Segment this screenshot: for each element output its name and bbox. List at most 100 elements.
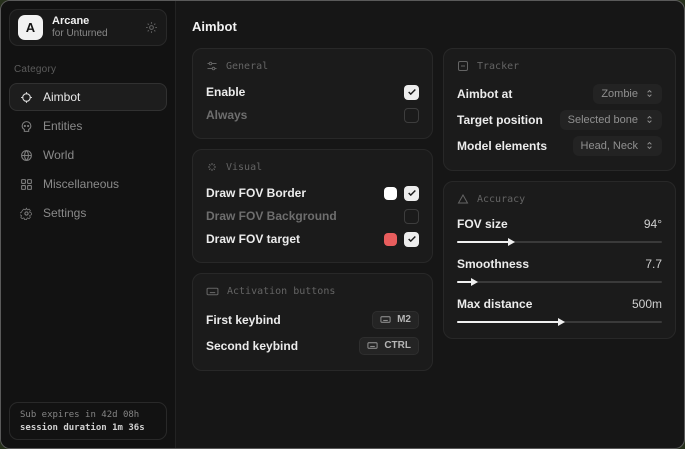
setting-row-first-keybind: First keybind M2 bbox=[206, 307, 419, 332]
section-title: Tracker bbox=[477, 61, 519, 72]
keyboard-icon bbox=[206, 285, 219, 298]
aimbot-at-dropdown[interactable]: Zombie bbox=[593, 84, 662, 104]
fov-border-checkbox[interactable] bbox=[404, 186, 419, 201]
first-keybind-button[interactable]: M2 bbox=[372, 311, 419, 329]
sliders-icon bbox=[206, 60, 218, 72]
keybind-value: CTRL bbox=[384, 340, 411, 351]
setting-row-fov-border: Draw FOV Border bbox=[206, 182, 419, 204]
main-panel: Aimbot General Enable bbox=[176, 1, 684, 448]
dropdown-value: Head, Neck bbox=[581, 140, 638, 152]
setting-label: Target position bbox=[457, 113, 543, 127]
model-elements-dropdown[interactable]: Head, Neck bbox=[573, 136, 662, 156]
sidebar-nav: Aimbot Entities World bbox=[9, 83, 167, 227]
triangle-icon bbox=[457, 193, 469, 205]
setting-row-model-elements: Model elements Head, Neck bbox=[457, 133, 662, 158]
skull-icon bbox=[20, 120, 33, 133]
section-title: Activation buttons bbox=[227, 286, 335, 297]
tracker-card: Tracker Aimbot at Zombie bbox=[443, 48, 676, 171]
logo-text: Arcane for Unturned bbox=[52, 15, 136, 39]
slider-value: 94° bbox=[644, 217, 662, 231]
sidebar-item-label: Miscellaneous bbox=[43, 177, 119, 191]
sidebar-item-label: Settings bbox=[43, 206, 86, 220]
sidebar-item-settings[interactable]: Settings bbox=[9, 199, 167, 227]
page-title: Aimbot bbox=[192, 19, 668, 34]
setting-label: Aimbot at bbox=[457, 87, 512, 101]
chevrons-up-down-icon bbox=[645, 115, 654, 124]
enable-checkbox[interactable] bbox=[404, 85, 419, 100]
slider-fov-size: FOV size 94° bbox=[457, 214, 662, 243]
accuracy-card: Accuracy FOV size 94° bbox=[443, 181, 676, 339]
settings-gear-icon bbox=[20, 207, 33, 220]
setting-label: Draw FOV Background bbox=[206, 209, 337, 223]
slider-smoothness: Smoothness 7.7 bbox=[457, 254, 662, 283]
section-title: Accuracy bbox=[477, 194, 525, 205]
setting-row-enable: Enable bbox=[206, 81, 419, 103]
session-duration-text: session duration 1m 36s bbox=[20, 423, 156, 433]
fov-border-color-swatch[interactable] bbox=[384, 187, 397, 200]
slider-thumb[interactable] bbox=[558, 318, 565, 326]
sub-expiry-text: Sub expires in 42d 08h bbox=[20, 410, 156, 420]
always-checkbox[interactable] bbox=[404, 108, 419, 123]
setting-row-fov-target: Draw FOV target bbox=[206, 228, 419, 250]
sidebar-item-entities[interactable]: Entities bbox=[9, 112, 167, 140]
fov-target-color-swatch[interactable] bbox=[384, 233, 397, 246]
fov-background-checkbox[interactable] bbox=[404, 209, 419, 224]
slider-thumb[interactable] bbox=[508, 238, 515, 246]
slider-value: 500m bbox=[632, 297, 662, 311]
sidebar: A Arcane for Unturned Category A bbox=[1, 1, 176, 448]
slider-value: 7.7 bbox=[645, 257, 662, 271]
crosshair-icon bbox=[20, 91, 33, 104]
setting-label: Smoothness bbox=[457, 257, 529, 271]
setting-label: First keybind bbox=[206, 313, 281, 327]
setting-label: Model elements bbox=[457, 139, 547, 153]
keybind-value: M2 bbox=[397, 314, 411, 325]
setting-row-target-position: Target position Selected bone bbox=[457, 107, 662, 132]
dropdown-value: Selected bone bbox=[568, 114, 638, 126]
setting-row-fov-background: Draw FOV Background bbox=[206, 205, 419, 227]
section-title: Visual bbox=[226, 162, 262, 173]
app-subtitle: for Unturned bbox=[52, 28, 136, 40]
activation-card: Activation buttons First keybind M2 bbox=[192, 273, 433, 371]
sidebar-item-world[interactable]: World bbox=[9, 141, 167, 169]
visual-card: Visual Draw FOV Border bbox=[192, 149, 433, 263]
setting-row-second-keybind: Second keybind CTRL bbox=[206, 333, 419, 358]
setting-label: Max distance bbox=[457, 297, 532, 311]
sidebar-item-label: Aimbot bbox=[43, 90, 80, 104]
setting-label: Draw FOV Border bbox=[206, 186, 306, 200]
smoothness-slider[interactable] bbox=[457, 281, 662, 283]
section-title: General bbox=[226, 61, 268, 72]
setting-label: FOV size bbox=[457, 217, 508, 231]
chevrons-up-down-icon bbox=[645, 89, 654, 98]
slider-thumb[interactable] bbox=[471, 278, 478, 286]
general-card: General Enable Always bbox=[192, 48, 433, 139]
grid-icon bbox=[20, 178, 33, 191]
sparkle-icon bbox=[206, 161, 218, 173]
fov-size-slider[interactable] bbox=[457, 241, 662, 243]
app-title: Arcane bbox=[52, 15, 136, 28]
sidebar-item-miscellaneous[interactable]: Miscellaneous bbox=[9, 170, 167, 198]
logo-card: A Arcane for Unturned bbox=[9, 9, 167, 46]
setting-label: Second keybind bbox=[206, 339, 298, 353]
max-distance-slider[interactable] bbox=[457, 321, 662, 323]
sidebar-item-label: Entities bbox=[43, 119, 82, 133]
slider-max-distance: Max distance 500m bbox=[457, 294, 662, 323]
chevrons-up-down-icon bbox=[645, 141, 654, 150]
app-logo: A bbox=[18, 15, 43, 40]
globe-icon bbox=[20, 149, 33, 162]
sidebar-item-label: World bbox=[43, 148, 74, 162]
subscription-status-box: Sub expires in 42d 08h session duration … bbox=[9, 402, 167, 440]
keyboard-icon bbox=[367, 340, 378, 351]
fov-target-checkbox[interactable] bbox=[404, 232, 419, 247]
setting-row-always: Always bbox=[206, 104, 419, 126]
sidebar-item-aimbot[interactable]: Aimbot bbox=[9, 83, 167, 111]
app-window: A Arcane for Unturned Category A bbox=[0, 0, 685, 449]
second-keybind-button[interactable]: CTRL bbox=[359, 337, 419, 355]
setting-row-aimbot-at: Aimbot at Zombie bbox=[457, 81, 662, 106]
dropdown-value: Zombie bbox=[601, 88, 638, 100]
category-label: Category bbox=[14, 64, 167, 75]
target-position-dropdown[interactable]: Selected bone bbox=[560, 110, 662, 130]
box-minus-icon bbox=[457, 60, 469, 72]
setting-label: Always bbox=[206, 108, 247, 122]
gear-icon[interactable] bbox=[145, 21, 158, 34]
keyboard-icon bbox=[380, 314, 391, 325]
